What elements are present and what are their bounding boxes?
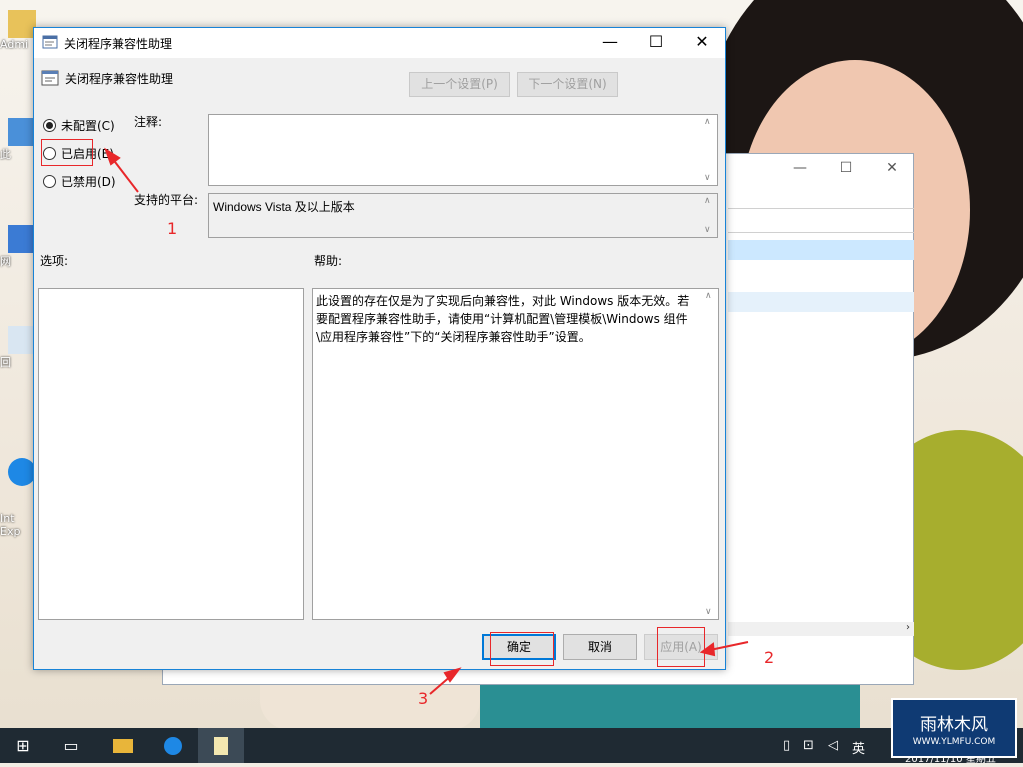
desktop-icon-ie[interactable]: Int Exp xyxy=(0,432,36,551)
internet-explorer-icon xyxy=(8,458,36,486)
vertical-scrollbar[interactable]: ∧ ∨ xyxy=(701,194,717,237)
radio-label: 未配置(C) xyxy=(61,118,115,133)
computer-icon xyxy=(8,118,36,146)
next-setting-button[interactable]: 下一个设置(N) xyxy=(517,72,618,97)
network-icon[interactable]: ⊡ xyxy=(803,738,814,753)
setting-icon xyxy=(41,70,59,86)
recycle-bin-icon xyxy=(8,326,36,354)
divider xyxy=(728,232,914,233)
maximize-button[interactable]: ☐ xyxy=(823,160,869,176)
vertical-scrollbar[interactable]: ∧ ∨ xyxy=(701,115,717,185)
minimize-button[interactable]: — xyxy=(777,160,823,176)
desktop-icon-recycle-bin[interactable]: 回 xyxy=(0,326,36,370)
close-button[interactable]: ✕ xyxy=(679,28,725,58)
help-text: 此设置的存在仅是为了实现后向兼容性，对此 Windows 版本无效。若要配置程序… xyxy=(316,294,690,344)
dialog-title: 关闭程序兼容性助理 xyxy=(64,37,173,51)
desktop-icon-label: 回 xyxy=(0,356,11,369)
scroll-up-icon[interactable]: ∧ xyxy=(704,117,711,127)
supported-platform-field: Windows Vista 及以上版本 ∧ ∨ xyxy=(208,193,718,238)
scroll-down-icon[interactable]: ∨ xyxy=(704,173,711,183)
annotation-number-3: 3 xyxy=(418,689,429,708)
task-view-button[interactable]: ▭ xyxy=(48,728,94,763)
options-panel xyxy=(38,288,304,620)
taskbar: ⊞ ▭ ▯ ⊡ ◁ 英 2017/11/10 星期五 xyxy=(0,728,1023,765)
supported-platform-label: 支持的平台: xyxy=(134,193,199,207)
usb-icon[interactable]: ▯ xyxy=(783,738,790,753)
comment-label: 注释: xyxy=(134,115,163,129)
notepad-icon xyxy=(214,737,228,755)
internet-explorer-icon xyxy=(164,737,182,755)
desktop-icon-label: 网 xyxy=(0,255,11,268)
desktop-icon-admin[interactable]: Admi xyxy=(0,10,36,51)
policy-icon xyxy=(42,35,58,49)
network-icon xyxy=(8,225,36,253)
comment-textarea[interactable]: ∧ ∨ xyxy=(208,114,718,186)
desktop-icon-network[interactable]: 网 xyxy=(0,225,36,269)
options-label: 选项: xyxy=(40,254,69,268)
help-label: 帮助: xyxy=(314,254,343,268)
previous-setting-button[interactable]: 上一个设置(P) xyxy=(409,72,510,97)
close-button[interactable]: ✕ xyxy=(869,160,915,176)
radio-label: 已禁用(D) xyxy=(61,174,116,189)
watermark-title: 雨林木风 xyxy=(920,715,988,735)
highlight-box-apply xyxy=(657,627,705,667)
annotation-number-1: 1 xyxy=(167,219,178,238)
folder-icon xyxy=(113,739,133,753)
watermark-url: WWW.YLMFU.COM xyxy=(912,737,996,747)
radio-disabled[interactable]: 已禁用(D) xyxy=(43,172,116,190)
selected-list-row[interactable] xyxy=(728,240,914,260)
maximize-button[interactable]: ☐ xyxy=(633,28,679,58)
desktop-icon-label: Admi xyxy=(0,38,29,51)
help-panel: 此设置的存在仅是为了实现后向兼容性，对此 Windows 版本无效。若要配置程序… xyxy=(312,288,719,620)
folder-icon xyxy=(8,10,36,38)
setting-title: 关闭程序兼容性助理 xyxy=(65,72,174,86)
supported-platform-value: Windows Vista 及以上版本 xyxy=(213,200,355,214)
minimize-button[interactable]: — xyxy=(587,28,633,58)
radio-dot[interactable] xyxy=(43,174,56,188)
dialog-titlebar: 关闭程序兼容性助理 — ☐ ✕ xyxy=(34,28,725,58)
watermark-logo: 雨林木风 WWW.YLMFU.COM xyxy=(891,698,1017,758)
horizontal-scrollbar[interactable]: › xyxy=(728,622,914,636)
desktop-icon-label: Int Exp xyxy=(0,512,21,538)
radio-dot[interactable] xyxy=(43,118,56,132)
scroll-right-icon[interactable]: › xyxy=(906,622,910,633)
vertical-scrollbar[interactable]: ∧ ∨ xyxy=(702,289,718,619)
file-explorer-button[interactable] xyxy=(100,728,146,763)
ime-indicator[interactable]: 英 xyxy=(852,738,865,757)
highlight-box-ok xyxy=(490,632,554,666)
scroll-up-icon[interactable]: ∧ xyxy=(704,196,711,206)
scroll-up-icon[interactable]: ∧ xyxy=(705,291,712,301)
highlight-box-enabled xyxy=(41,139,93,166)
radio-not-configured[interactable]: 未配置(C) xyxy=(43,116,115,134)
annotation-number-2: 2 xyxy=(764,648,775,667)
policy-setting-dialog: 关闭程序兼容性助理 — ☐ ✕ 关闭程序兼容性助理 上一个设置(P) 下一个设置… xyxy=(33,27,726,670)
list-row[interactable] xyxy=(728,292,914,312)
desktop-icon-this-pc[interactable]: 此 xyxy=(0,118,36,162)
ie-button[interactable] xyxy=(150,728,196,763)
divider xyxy=(728,208,914,209)
notepad-button[interactable] xyxy=(198,728,244,763)
scroll-down-icon[interactable]: ∨ xyxy=(704,225,711,235)
cancel-button[interactable]: 取消 xyxy=(563,634,637,660)
scroll-down-icon[interactable]: ∨ xyxy=(705,607,712,617)
start-button[interactable]: ⊞ xyxy=(0,728,46,763)
desktop-icon-label: 此 xyxy=(0,148,11,161)
volume-icon[interactable]: ◁ xyxy=(828,738,838,753)
